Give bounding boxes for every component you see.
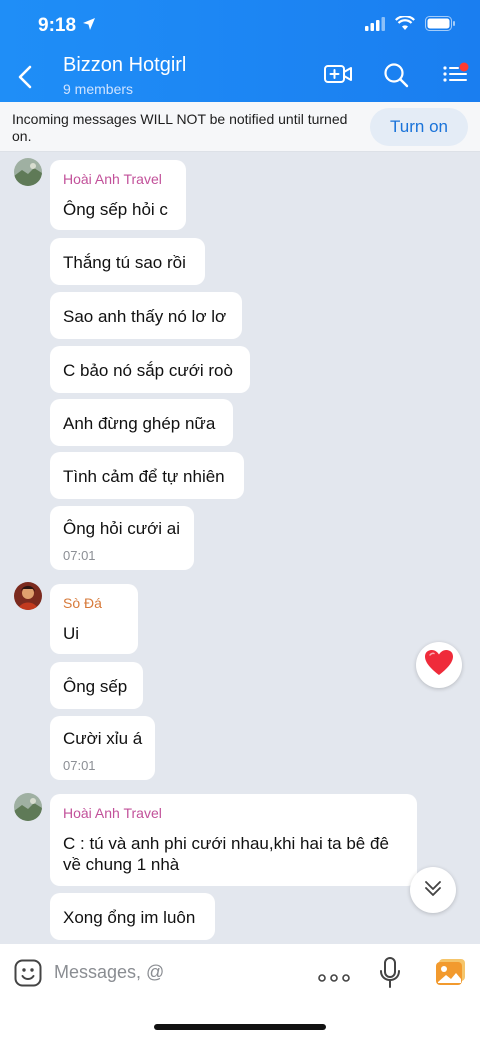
message-text: Ông hỏi cưới ai — [63, 519, 181, 538]
chevron-double-down-icon — [423, 878, 443, 903]
more-dots-icon[interactable] — [318, 969, 350, 987]
message-text: Thắng tú sao rồi — [63, 253, 186, 272]
message-text: Cười xỉu á — [63, 729, 143, 748]
status-bar: 9:18 — [0, 0, 480, 50]
search-icon[interactable] — [383, 62, 409, 93]
turn-on-button[interactable]: Turn on — [370, 108, 468, 146]
message-bubble[interactable]: Xong ổng im luôn — [50, 893, 215, 940]
member-count: 9 members — [63, 81, 134, 97]
message-bubble[interactable]: Hoài Anh Travel Ông sếp hỏi c — [50, 160, 186, 230]
back-chevron-icon[interactable] — [14, 62, 38, 92]
avatar[interactable] — [14, 793, 42, 821]
message-bubble[interactable]: Ông sếp — [50, 662, 143, 709]
location-arrow-icon — [82, 17, 96, 36]
chat-header: 9:18 Bizzon Hotgirl 9 members — [0, 0, 480, 102]
signal-icon — [365, 16, 385, 36]
battery-icon — [425, 16, 456, 36]
message-bubble[interactable]: Tình cảm để tự nhiên — [50, 452, 244, 499]
sender-name: Hoài Anh Travel — [63, 805, 162, 821]
photo-icon[interactable] — [436, 958, 466, 991]
message-text: Ui — [63, 624, 80, 643]
scroll-to-bottom-button[interactable] — [410, 867, 456, 913]
message-bubble[interactable]: Thắng tú sao rồi — [50, 238, 205, 285]
status-time: 9:18 — [38, 15, 77, 36]
message-bubble[interactable]: Hoài Anh Travel C : tú và anh phi cưới n… — [50, 794, 417, 886]
message-text-line: về chung 1 nhà — [63, 855, 180, 874]
heart-icon — [424, 649, 454, 682]
message-bubble[interactable]: C bảo nó sắp cưới roò — [50, 346, 250, 393]
message-text: C bảo nó sắp cưới roò — [63, 361, 233, 380]
message-text: Xong ổng im luôn — [63, 908, 196, 927]
message-text-line: C : tú và anh phi cưới nhau,khi hai ta b… — [63, 834, 389, 853]
message-text: Sao anh thấy nó lơ lơ — [63, 307, 227, 326]
sender-name: Hoài Anh Travel — [63, 171, 162, 187]
heart-reaction-button[interactable] — [416, 642, 462, 688]
sender-name: Sò Đá — [63, 595, 102, 611]
message-time: 07:01 — [63, 548, 96, 563]
message-bubble[interactable]: Cười xỉu á 07:01 — [50, 716, 155, 780]
status-indicators — [365, 15, 456, 36]
notice-text: Incoming messages WILL NOT be notified u… — [12, 111, 348, 144]
message-bubble[interactable]: Sao anh thấy nó lơ lơ — [50, 292, 242, 339]
microphone-icon[interactable] — [380, 957, 400, 994]
video-call-icon[interactable] — [323, 62, 353, 91]
message-text: Tình cảm để tự nhiên — [63, 467, 225, 486]
avatar[interactable] — [14, 582, 42, 610]
message-time: 07:01 — [63, 758, 96, 773]
message-text: Ông sếp hỏi c — [63, 200, 168, 219]
message-composer — [0, 944, 480, 1039]
chat-title[interactable]: Bizzon Hotgirl — [63, 54, 186, 77]
message-text: Anh đừng ghép nữa — [63, 414, 216, 433]
menu-list-icon[interactable] — [442, 62, 470, 91]
message-text: Ông sếp — [63, 677, 128, 696]
avatar[interactable] — [14, 158, 42, 186]
message-bubble[interactable]: Anh đừng ghép nữa — [50, 399, 233, 446]
message-input[interactable] — [54, 958, 294, 986]
message-bubble[interactable]: Ông hỏi cưới ai 07:01 — [50, 506, 194, 570]
message-bubble[interactable]: Sò Đá Ui — [50, 584, 138, 654]
wifi-icon — [395, 15, 415, 36]
emoji-icon[interactable] — [14, 959, 42, 992]
home-indicator — [154, 1024, 326, 1030]
